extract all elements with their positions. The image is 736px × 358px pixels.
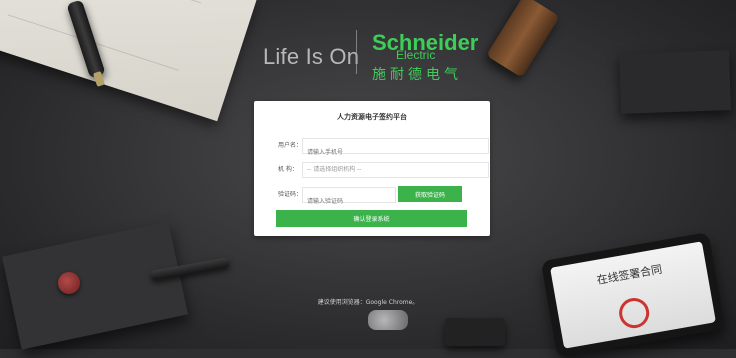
login-title: 人力资源电子签约平台 [337,113,407,121]
decor-tablet-title: 在线签署合同 [595,262,664,287]
brand-company-cn: 施耐德电气 [372,67,462,83]
decor-wax-seal [58,272,80,294]
decor-box [445,318,505,346]
org-label: 机 构： [278,166,298,173]
decor-clip [368,310,408,330]
get-code-button[interactable]: 获取验证码 [398,186,462,202]
org-row: 机 构： -- 请选择组织机构 -- [278,162,489,178]
code-field[interactable] [302,187,396,209]
login-panel: 人力资源电子签约平台 用户名： 机 构： -- 请选择组织机构 -- 验证码： … [254,101,490,236]
login-button[interactable]: 确认登录系统 [276,210,467,227]
decor-card [618,50,732,114]
brand-logo: Schneider Electric 施耐德电气 [372,30,492,83]
code-label: 验证码： [278,191,303,198]
decor-tablet-screen: 在线签署合同 [550,241,716,349]
code-row: 验证码： 获取验证码 [278,186,468,209]
brand-company-sub: Electric [396,48,436,62]
code-input[interactable] [307,195,395,209]
brand-divider [356,30,357,74]
username-label: 用户名： [278,142,303,149]
username-input[interactable] [307,146,488,160]
username-row: 用户名： [278,138,489,160]
brand-tagline: Life Is On [263,44,360,69]
decor-paper-lines [7,0,202,71]
username-field[interactable] [302,138,489,160]
org-select[interactable]: -- 请选择组织机构 -- [302,162,489,178]
browser-recommendation: 建议使用浏览器：Google Chrome。 [317,299,419,306]
org-select-value[interactable]: -- 请选择组织机构 -- [307,163,488,177]
